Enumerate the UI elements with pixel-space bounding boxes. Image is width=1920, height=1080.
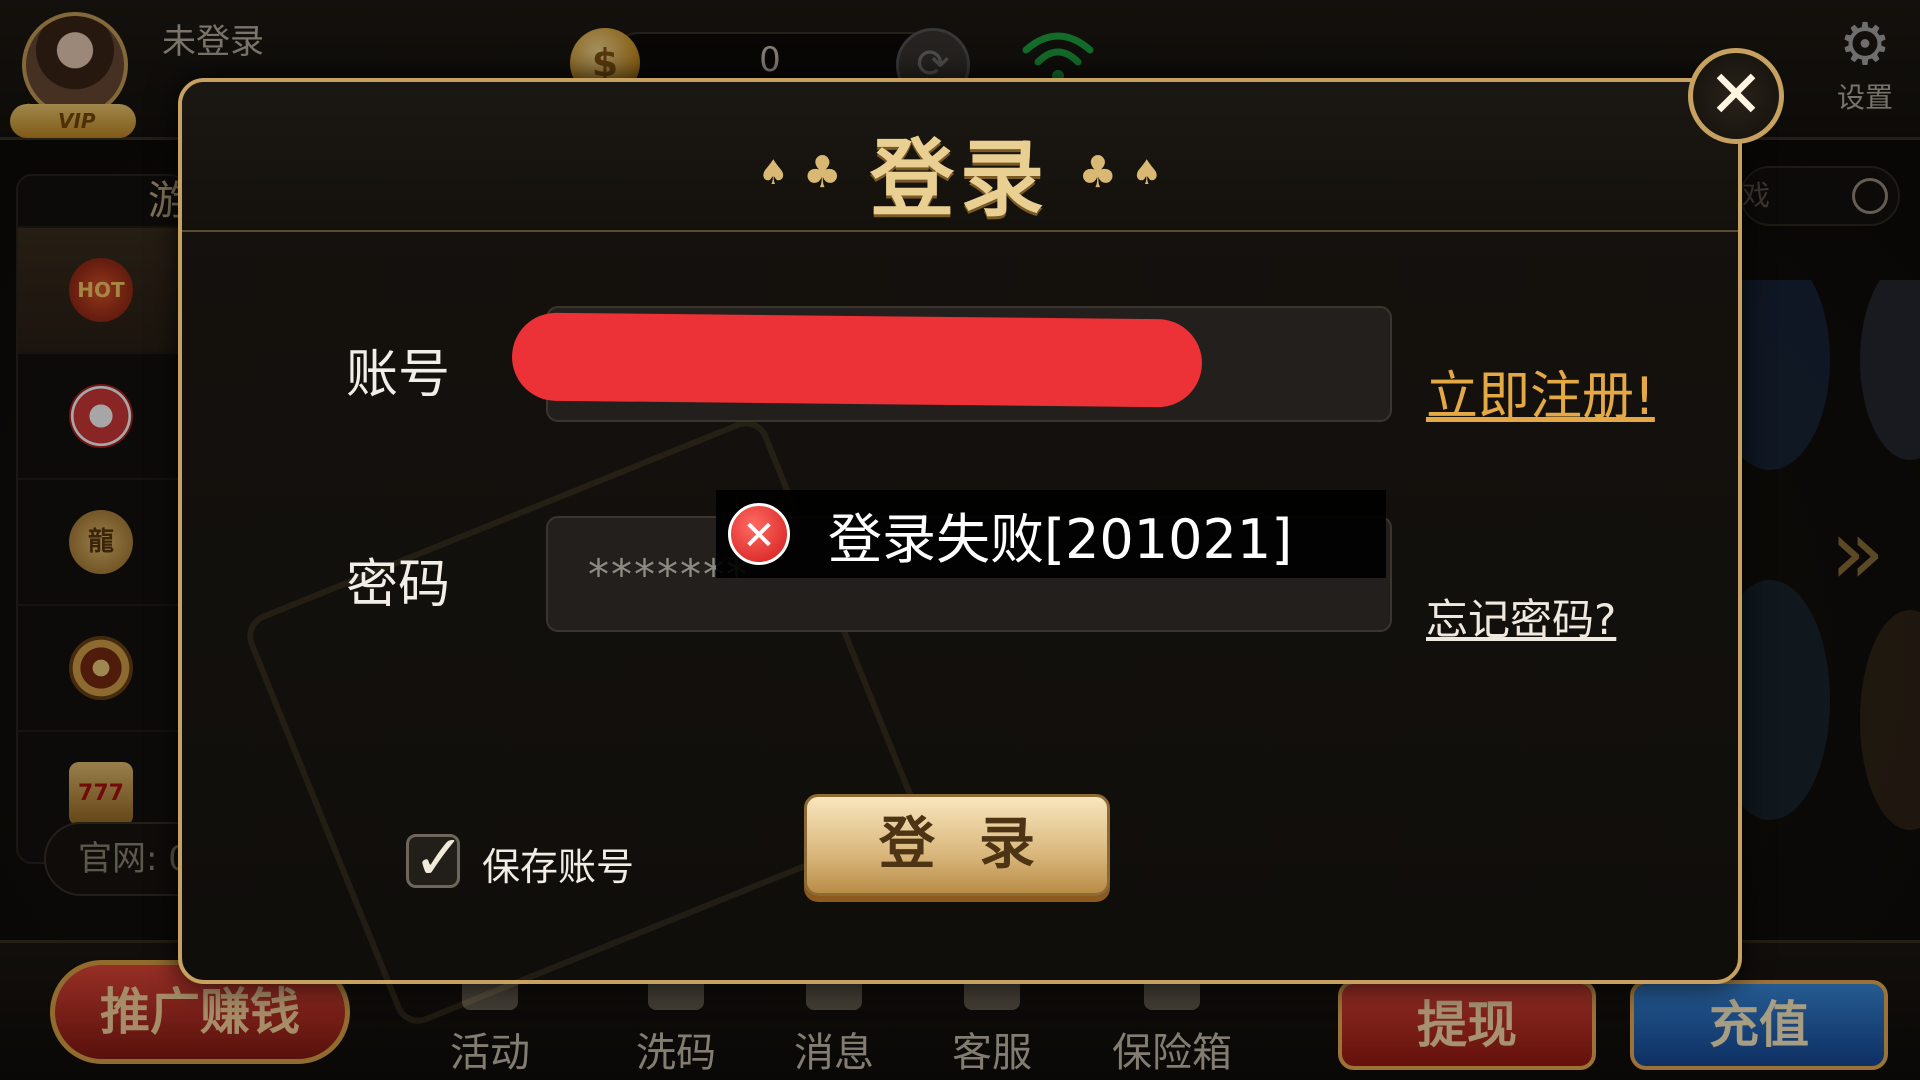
error-x-icon: ✕	[728, 503, 790, 565]
password-label: 密码	[346, 555, 451, 615]
spade-icon: ♠	[758, 152, 789, 193]
game-lobby-screen: ♛ VIP 未登录 $ 0 ⟳ ⚙ 设置 游 HOT 龍 77	[0, 0, 1920, 1080]
spade-icon: ♠	[1131, 152, 1162, 193]
account-label: 账号	[346, 345, 451, 405]
club-icon: ♣	[802, 147, 842, 198]
forgot-password-link[interactable]: 忘记密码?	[1426, 586, 1616, 647]
error-toast: ✕ 登录失败[201021]	[716, 490, 1386, 578]
dialog-title: 登录	[869, 130, 1050, 228]
login-button[interactable]: 登录	[804, 794, 1110, 896]
redacted-account-value	[511, 312, 1203, 408]
checkmark-icon: ✓	[413, 821, 465, 894]
save-account-label[interactable]: 保存账号	[482, 836, 634, 891]
register-link[interactable]: 立即注册!	[1426, 354, 1655, 429]
club-icon: ♣	[1078, 147, 1118, 198]
save-account-checkbox[interactable]: ✓	[406, 821, 465, 894]
close-icon[interactable]: ✕	[1688, 48, 1784, 144]
dialog-header: ♠ ♣ 登录 ♣ ♠	[182, 82, 1738, 232]
error-message: 登录失败[201021]	[828, 507, 1293, 571]
login-dialog: ♠ ♣ 登录 ♣ ♠ 账号 立即注册! 密码 ******* ✕ 登录失败[20…	[178, 78, 1742, 1031]
